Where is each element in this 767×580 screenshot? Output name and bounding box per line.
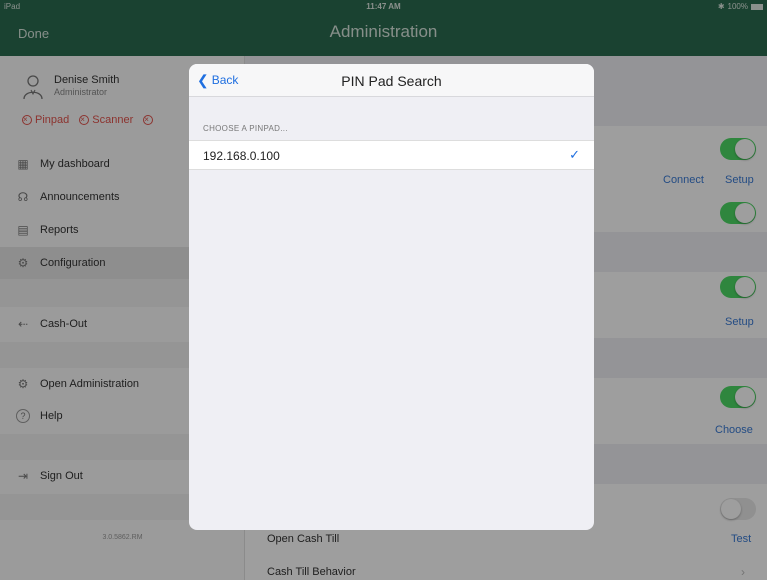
section-label: CHOOSE A PINPAD... <box>203 124 288 133</box>
pinpad-address: 192.168.0.100 <box>203 149 280 163</box>
checkmark-icon: ✓ <box>569 147 580 162</box>
pinpad-row[interactable]: 192.168.0.100 ✓ <box>189 140 594 170</box>
modal-header: ❮ Back PIN Pad Search <box>189 64 594 97</box>
pinpad-search-modal: ❮ Back PIN Pad Search CHOOSE A PINPAD...… <box>189 64 594 530</box>
modal-title: PIN Pad Search <box>341 73 442 89</box>
